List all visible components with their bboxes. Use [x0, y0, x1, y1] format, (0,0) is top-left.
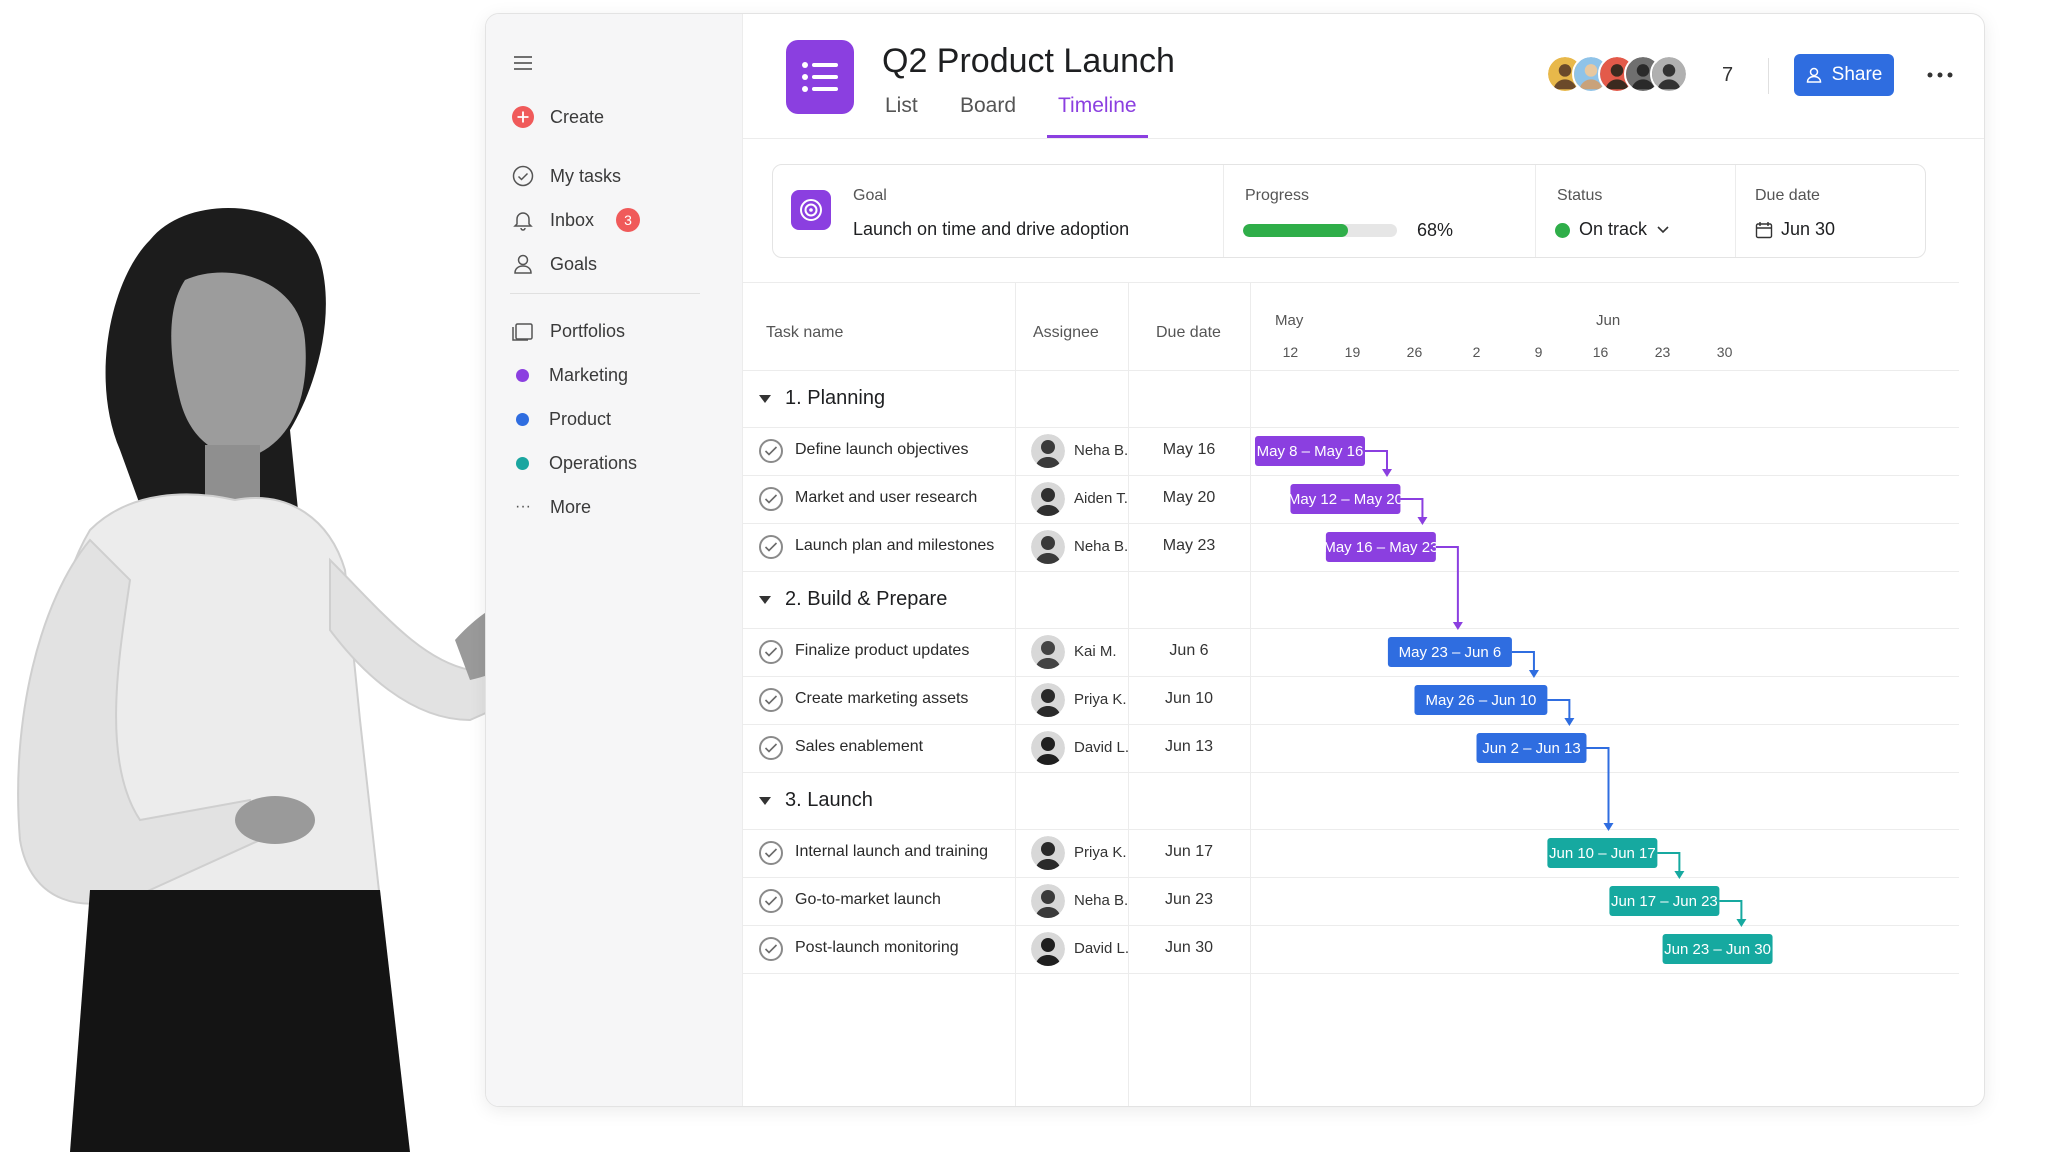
status-value: On track: [1579, 219, 1648, 239]
progress-bar-fill: [1243, 224, 1348, 237]
inbox-count-badge: 3: [616, 208, 641, 232]
status-dropdown[interactable]: On track: [1579, 219, 1669, 240]
gantt-bar-label: May 16 – May 23: [1323, 539, 1438, 556]
gantt-bar-label: Jun 23 – Jun 30: [1664, 941, 1771, 958]
status-label: Status: [1557, 187, 1603, 204]
sidebar-item-label: My tasks: [550, 165, 622, 186]
header-separator: [1768, 58, 1769, 94]
presenter-figure: [17, 207, 520, 1152]
dependency-connector: [1586, 747, 1610, 829]
dependency-connector: [1435, 546, 1459, 628]
tab-board[interactable]: Board: [960, 94, 1016, 118]
goal-summary-card: Goal Launch on time and drive adoption P…: [772, 164, 1926, 258]
gantt-chart: May 8 – May 16 May 12 – May 20 May 16 – Ma…: [1255, 436, 1773, 964]
dependency-arrowhead: [1736, 919, 1747, 927]
sidebar-item-marketing[interactable]: Marketing: [512, 360, 628, 390]
person-add-icon: [1806, 67, 1821, 83]
app-window: Create My tasks Inbox 3 Goals Portfolios…: [485, 13, 1985, 1107]
team-color-dot: [516, 368, 529, 382]
tab-timeline[interactable]: Timeline: [1058, 94, 1137, 118]
goal-value[interactable]: Launch on time and drive adoption: [853, 219, 1129, 240]
sidebar: Create My tasks Inbox 3 Goals Portfolios…: [486, 14, 743, 1106]
create-button[interactable]: Create: [512, 102, 604, 132]
member-avatar[interactable]: [1650, 55, 1688, 93]
page-title: Q2 Product Launch: [882, 42, 1175, 80]
card-separator: [1535, 165, 1536, 257]
dependency-arrowhead: [1528, 670, 1539, 678]
gantt-bar-label: Jun 2 – Jun 13: [1482, 740, 1580, 757]
timeline-grid: Task name Assignee Due date May Jun 12 19…: [743, 282, 1984, 1106]
tab-list[interactable]: List: [885, 94, 918, 118]
sidebar-item-portfolios[interactable]: Portfolios: [512, 316, 625, 346]
card-separator: [1735, 165, 1736, 257]
gantt-bar-label: May 23 – Jun 6: [1399, 644, 1502, 661]
folder-icon: [512, 320, 534, 342]
chevron-down-icon: [1657, 225, 1669, 233]
more-options-button[interactable]: [1922, 60, 1958, 90]
due-date-field[interactable]: Jun 30: [1755, 219, 1835, 240]
team-color-dot: [516, 412, 529, 426]
dependency-arrowhead: [1452, 622, 1463, 630]
share-button[interactable]: Share: [1794, 54, 1894, 96]
plus-circle-icon: [512, 106, 534, 128]
sidebar-item-my-tasks[interactable]: My tasks: [512, 161, 621, 191]
check-circle-icon: [512, 165, 534, 187]
sidebar-item-label: Marketing: [549, 364, 629, 385]
gantt-bar-label: Jun 10 – Jun 17: [1549, 845, 1656, 862]
hamburger-menu-button[interactable]: [512, 48, 534, 78]
progress-bar: [1243, 224, 1397, 237]
sidebar-item-label: Inbox: [550, 209, 595, 230]
gantt-bar-label: May 8 – May 16: [1257, 443, 1364, 460]
status-indicator-dot: [1555, 223, 1570, 238]
project-list-icon: [786, 40, 854, 114]
card-separator: [1223, 165, 1224, 257]
sidebar-item-label: Goals: [550, 253, 598, 274]
due-date-value: Jun 30: [1781, 219, 1836, 239]
team-color-dot: [516, 456, 529, 470]
sidebar-item-goals[interactable]: Goals: [512, 249, 597, 279]
sidebar-divider: [510, 293, 700, 294]
progress-label: Progress: [1245, 187, 1310, 204]
bell-icon: [512, 209, 534, 231]
ellipsis-icon: ···: [515, 498, 531, 515]
due-date-label: Due date: [1755, 187, 1820, 204]
menu-icon: [512, 52, 534, 74]
sidebar-item-inbox[interactable]: Inbox 3: [512, 205, 641, 235]
sidebar-item-more[interactable]: ··· More: [512, 492, 591, 522]
dependency-arrowhead: [1603, 823, 1614, 831]
gantt-bar-label: Jun 17 – Jun 23: [1611, 893, 1718, 910]
calendar-icon: [1755, 221, 1773, 238]
sidebar-item-label: Operations: [549, 452, 638, 473]
share-label: Share: [1831, 64, 1883, 85]
member-count[interactable]: 7: [1722, 64, 1733, 87]
sidebar-item-label: More: [550, 496, 592, 517]
sidebar-item-operations[interactable]: Operations: [512, 448, 637, 478]
more-horizontal-icon: [1927, 72, 1953, 78]
sidebar-item-product[interactable]: Product: [512, 404, 611, 434]
dependency-arrowhead: [1674, 871, 1685, 879]
dependency-arrowhead: [1417, 517, 1428, 525]
header-divider: [743, 138, 1984, 139]
progress-percent: 68%: [1417, 220, 1454, 240]
dependency-arrowhead: [1382, 469, 1392, 477]
sidebar-item-label: Product: [549, 408, 612, 429]
gantt-bar-label: May 26 – Jun 10: [1425, 692, 1536, 709]
dependency-arrowhead: [1564, 718, 1575, 726]
person-icon: [512, 253, 534, 275]
gantt-bar-label: May 12 – May 20: [1288, 491, 1403, 508]
goal-label: Goal: [853, 187, 887, 204]
create-label: Create: [550, 106, 605, 127]
target-icon: [791, 190, 831, 230]
sidebar-item-label: Portfolios: [550, 320, 626, 341]
